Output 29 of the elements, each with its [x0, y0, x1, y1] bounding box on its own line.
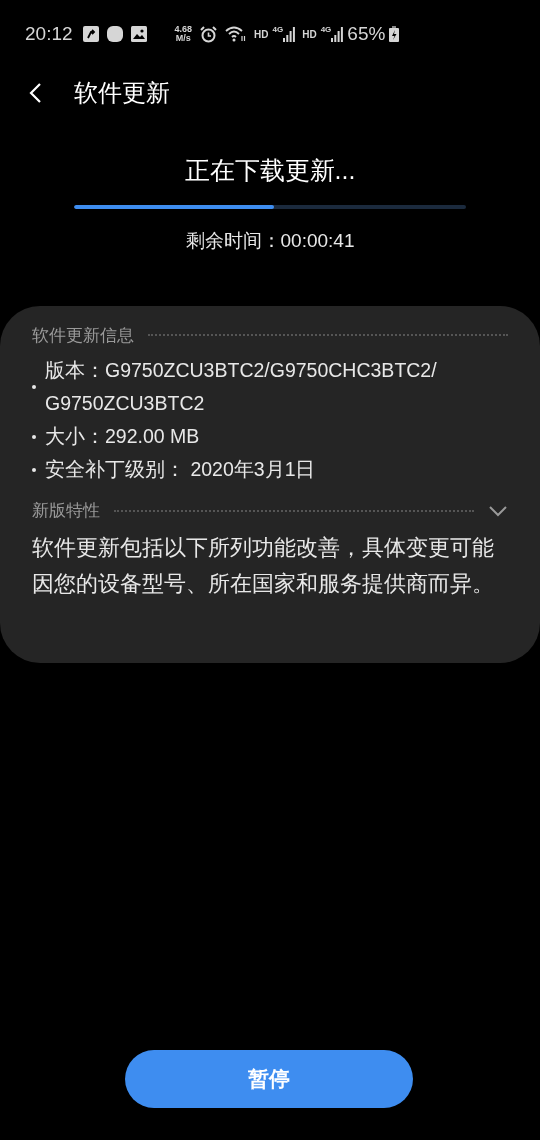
features-description: 软件更新包括以下所列功能改善，具体变更可能因您的设备型号、所在国家和服务提供商而异。: [32, 534, 495, 598]
status-time: 20:12: [25, 21, 73, 46]
signal-icon: [331, 26, 344, 42]
remaining-time: 剩余时间：00:00:41: [185, 229, 355, 253]
pause-button[interactable]: 暂停: [125, 1050, 413, 1108]
app-notification-icon: [82, 26, 99, 42]
download-title: 正在下载更新...: [184, 155, 356, 185]
page-title: 软件更新: [74, 78, 170, 108]
battery-percent: 65%: [347, 21, 386, 46]
network-type: 4G: [320, 26, 332, 34]
chevron-down-icon[interactable]: [488, 503, 508, 518]
section-heading: 软件更新信息: [32, 324, 134, 347]
signal-icon: [283, 26, 296, 42]
network-type: 4G: [272, 26, 284, 34]
alarm-icon: [200, 25, 218, 43]
hd-label: HD: [302, 27, 317, 42]
wifi-icon: [225, 26, 248, 42]
network-speed: 4.68: [174, 25, 193, 34]
bullet-icon: [32, 385, 36, 389]
bullet-icon: [32, 467, 36, 472]
info-item: 安全补丁级别： 2020年3月1日: [45, 457, 317, 482]
battery-charging-icon: [389, 26, 400, 42]
bullet-icon: [32, 434, 36, 439]
info-item: 版本：G9750ZCU3BTC2/G9750CHC3BTC2/G9750ZCU3BTC2: [45, 358, 438, 416]
hd-label: HD: [254, 27, 269, 42]
image-icon: [130, 26, 147, 42]
info-item: 大小：292.00 MB: [45, 424, 201, 449]
speed-unit: M/s: [175, 34, 191, 43]
section-heading: 新版特性: [32, 500, 100, 522]
